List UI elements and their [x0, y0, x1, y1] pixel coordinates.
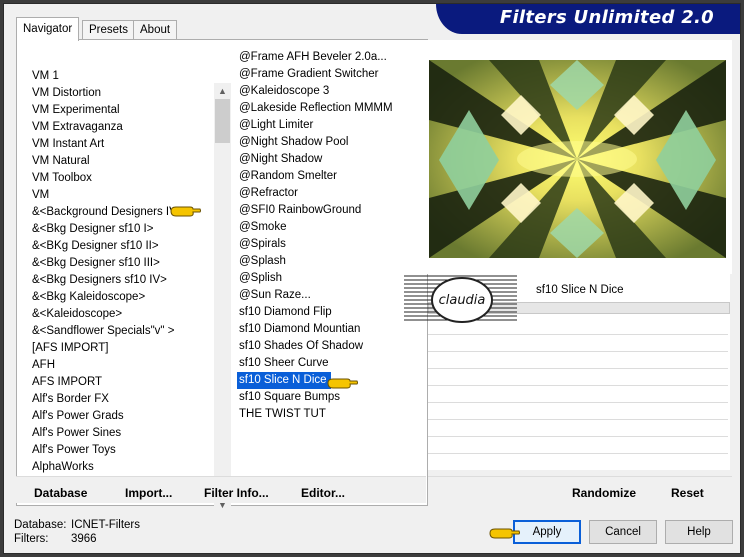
tab-navigator[interactable]: Navigator	[16, 17, 80, 41]
category-item[interactable]: &<BKg Designer sf10 II>	[32, 238, 208, 255]
window-title: Filters Unlimited 2.0	[499, 7, 714, 28]
category-item[interactable]: AlphaWorks	[32, 459, 208, 476]
category-item[interactable]: Alf's Power Grads	[32, 408, 208, 425]
pointing-hand-icon	[170, 206, 201, 217]
filters-count: 3966	[71, 533, 97, 545]
filter-item[interactable]: @Frame AFH Beveler 2.0a...	[239, 49, 431, 66]
database-value: ICNET-Filters	[71, 519, 140, 531]
filter-item[interactable]: sf10 Diamond Mountian	[239, 321, 431, 338]
filter-item[interactable]: @Frame Gradient Switcher	[239, 66, 431, 83]
filter-info-button[interactable]: Filter Info...	[204, 486, 269, 500]
category-item[interactable]: VM Extravaganza	[32, 119, 208, 136]
filter-item[interactable]: @Light Limiter	[239, 117, 431, 134]
filter-item[interactable]: @Random Smelter	[239, 168, 431, 185]
category-item[interactable]: AFH	[32, 357, 208, 374]
database-label: Database:	[14, 519, 67, 531]
selected-filter-item[interactable]: sf10 Slice N Dice	[237, 372, 331, 389]
category-item[interactable]: &<Bkg Designer sf10 I>	[32, 221, 208, 238]
category-item[interactable]: VM Experimental	[32, 102, 208, 119]
category-item[interactable]: [AFS IMPORT]	[32, 340, 208, 357]
randomize-button[interactable]: Randomize	[572, 486, 636, 500]
filter-item[interactable]: @Night Shadow	[239, 151, 431, 168]
category-item[interactable]: &<Bkg Designers sf10 IV>	[32, 272, 208, 289]
category-scrollbar[interactable]: ▲ ▼	[214, 83, 231, 513]
filters-label: Filters:	[14, 533, 49, 545]
filter-item[interactable]: sf10 Diamond Flip	[239, 304, 431, 321]
filter-item[interactable]: sf10 Shades Of Shadow	[239, 338, 431, 355]
tab-about[interactable]: About	[133, 20, 178, 40]
category-item[interactable]: AFS IMPORT	[32, 374, 208, 391]
filter-item[interactable]: @Lakeside Reflection MMMM	[239, 100, 431, 117]
category-item[interactable]: VM	[32, 187, 208, 204]
database-button[interactable]: Database	[34, 486, 87, 500]
param-row-divider	[428, 368, 728, 369]
category-item[interactable]: Alf's Power Sines	[32, 425, 208, 442]
pointing-hand-icon	[489, 528, 520, 539]
category-item[interactable]: VM Distortion	[32, 85, 208, 102]
preview-image	[429, 60, 726, 258]
help-button[interactable]: Help	[665, 520, 733, 544]
reset-button[interactable]: Reset	[671, 486, 704, 500]
param-row-divider	[428, 436, 728, 437]
category-item[interactable]: VM Natural	[32, 153, 208, 170]
watermark-logo: claudia	[404, 275, 517, 323]
category-item[interactable]: VM Instant Art	[32, 136, 208, 153]
filter-item[interactable]: @Refractor	[239, 185, 431, 202]
title-banner: Filters Unlimited 2.0	[436, 4, 740, 34]
filter-item[interactable]: sf10 Sheer Curve	[239, 355, 431, 372]
filter-item[interactable]: @Spirals	[239, 236, 431, 253]
filter-item[interactable]: THE TWIST TUT	[239, 406, 431, 423]
filters-unlimited-window: Filters Unlimited 2.0 Navigator Presets …	[3, 3, 741, 554]
editor-button[interactable]: Editor...	[301, 486, 345, 500]
filter-item[interactable]: @SFI0 RainbowGround	[239, 202, 431, 219]
filter-item[interactable]: @Splash	[239, 253, 431, 270]
filter-item[interactable]: @Smoke	[239, 219, 431, 236]
selected-filter-label: sf10 Slice N Dice	[536, 284, 624, 296]
param-row-divider	[428, 385, 728, 386]
category-item[interactable]: &<Sandflower Specials"v" >	[32, 323, 208, 340]
apply-button[interactable]: Apply	[513, 520, 581, 544]
filter-item[interactable]: @Kaleidoscope 3	[239, 83, 431, 100]
cancel-button[interactable]: Cancel	[589, 520, 657, 544]
category-item[interactable]: VM Toolbox	[32, 170, 208, 187]
scroll-thumb[interactable]	[215, 99, 230, 143]
category-item[interactable]: &<Kaleidoscope>	[32, 306, 208, 323]
filter-item[interactable]: @Sun Raze...	[239, 287, 431, 304]
filter-list[interactable]: @Frame AFH Beveler 2.0a... @Frame Gradien…	[237, 49, 431, 423]
category-item[interactable]: &<Bkg Designer sf10 III>	[32, 255, 208, 272]
filter-item[interactable]: sf10 Square Bumps	[239, 389, 431, 406]
param-row-divider	[428, 419, 728, 420]
tab-presets[interactable]: Presets	[82, 20, 135, 40]
pointing-hand-icon	[327, 378, 358, 389]
param-row-divider	[428, 453, 728, 454]
param-row-divider	[428, 334, 728, 335]
filter-item[interactable]: @Night Shadow Pool	[239, 134, 431, 151]
param-row-divider	[428, 402, 728, 403]
svg-text:claudia: claudia	[439, 293, 486, 308]
category-list[interactable]: VM 1 VM Distortion VM Experimental VM Extra…	[32, 68, 208, 476]
category-item[interactable]: Alf's Border FX	[32, 391, 208, 408]
category-item[interactable]: VM 1	[32, 68, 208, 85]
category-item[interactable]: &<Bkg Kaleidoscope>	[32, 289, 208, 306]
import-button[interactable]: Import...	[125, 486, 172, 500]
category-item[interactable]: Alf's Power Toys	[32, 442, 208, 459]
scroll-up-icon[interactable]: ▲	[214, 83, 231, 99]
navigator-panel: VM 1 VM Distortion VM Experimental VM Extra…	[16, 39, 431, 513]
param-row-divider	[428, 351, 728, 352]
filter-item[interactable]: @Splish	[239, 270, 431, 287]
